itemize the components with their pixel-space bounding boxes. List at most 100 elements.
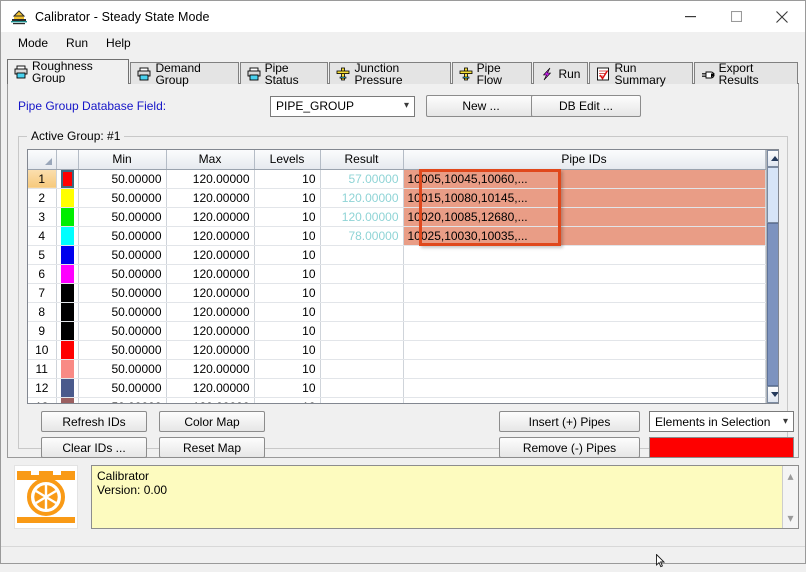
table-row[interactable]: 13 50.00000120.0000010 <box>28 397 766 403</box>
row-number-cell[interactable]: 10 <box>28 340 57 360</box>
pipe-ids-cell[interactable] <box>403 283 766 303</box>
clear-ids-button[interactable]: Clear IDs ... <box>41 437 147 458</box>
row-number-cell[interactable]: 1 <box>28 169 57 189</box>
color-swatch-cell[interactable] <box>56 397 79 403</box>
pipe-ids-cell[interactable]: 10005,10045,10060,... <box>403 169 766 189</box>
pipe-ids-cell[interactable] <box>403 397 766 403</box>
selection-mode-select[interactable]: Elements in Selection ▾ <box>649 411 794 432</box>
levels-cell[interactable]: 10 <box>254 302 321 322</box>
min-cell[interactable]: 50.00000 <box>78 283 167 303</box>
minimize-icon[interactable] <box>667 1 713 32</box>
pipe-ids-cell[interactable]: 10025,10030,10035,... <box>403 226 766 246</box>
min-cell[interactable]: 50.00000 <box>78 188 167 208</box>
min-cell[interactable]: 50.00000 <box>78 264 167 284</box>
pipe-ids-cell[interactable]: 10015,10080,10145,... <box>403 188 766 208</box>
color-swatch-cell[interactable] <box>56 378 79 398</box>
table-row[interactable]: 11 50.00000 120.00000 10 <box>28 359 766 379</box>
levels-cell[interactable]: 10 <box>254 226 321 246</box>
tab-pipe-status[interactable]: Pipe Status <box>239 62 329 86</box>
result-cell[interactable] <box>320 340 404 360</box>
new-button[interactable]: New ... <box>426 95 536 117</box>
tab-roughness-group[interactable]: Roughness Group <box>7 59 130 85</box>
scroll-up-icon[interactable]: ▴ <box>787 469 793 483</box>
row-number-cell[interactable]: 2 <box>28 188 57 208</box>
menu-item-run[interactable]: Run <box>57 34 97 52</box>
max-cell[interactable]: 120.00000 <box>166 321 255 341</box>
pipe-ids-cell[interactable] <box>403 302 766 322</box>
result-cell[interactable]: 120.00000 <box>320 207 404 227</box>
levels-cell[interactable]: 10 <box>254 378 321 398</box>
grid-header-rownum[interactable] <box>28 150 57 170</box>
max-cell[interactable]: 120.00000 <box>166 169 255 189</box>
result-cell[interactable]: 78.00000 <box>320 226 404 246</box>
color-swatch-cell[interactable] <box>56 226 79 246</box>
table-row[interactable]: 4 50.00000 120.00000 10 78.00000 10025,10030,… <box>28 226 766 246</box>
tab-run-summary[interactable]: Run Summary <box>589 62 693 86</box>
result-cell[interactable] <box>320 283 404 303</box>
refresh-ids-button[interactable]: Refresh IDs <box>41 411 147 432</box>
min-cell[interactable]: 50.00000 <box>78 378 167 398</box>
row-number-cell[interactable]: 13 <box>28 397 57 403</box>
tab-pipe-flow[interactable]: Pipe Flow <box>451 62 533 86</box>
color-swatch-cell[interactable] <box>56 264 79 284</box>
grid-header-max[interactable]: Max <box>166 150 255 170</box>
levels-cell[interactable]: 10 <box>254 207 321 227</box>
max-cell[interactable]: 120.00000 <box>166 283 255 303</box>
scrollbar-track[interactable] <box>766 167 778 386</box>
color-swatch-cell[interactable] <box>56 321 79 341</box>
color-map-button[interactable]: Color Map <box>159 411 265 432</box>
min-cell[interactable]: 50.00000 <box>78 245 167 265</box>
tab-junction-pressure[interactable]: Junction Pressure <box>329 62 451 86</box>
maximize-icon[interactable] <box>713 1 759 32</box>
row-number-cell[interactable]: 5 <box>28 245 57 265</box>
table-row[interactable]: 3 50.00000 120.00000 10 120.00000 10020,10085… <box>28 207 766 227</box>
levels-cell[interactable]: 10 <box>254 169 321 189</box>
grid-vertical-scrollbar[interactable] <box>765 150 778 403</box>
result-cell[interactable] <box>320 378 404 398</box>
scroll-up-button[interactable] <box>766 150 778 167</box>
table-row[interactable]: 2 50.00000 120.00000 10 120.00000 10015,10080… <box>28 188 766 208</box>
row-number-cell[interactable]: 12 <box>28 378 57 398</box>
max-cell[interactable]: 120.00000 <box>166 397 255 403</box>
min-cell[interactable]: 50.00000 <box>78 302 167 322</box>
max-cell[interactable]: 120.00000 <box>166 207 255 227</box>
log-output-box[interactable]: Calibrator Version: 0.00 ▴ ▾ <box>91 465 799 529</box>
row-number-cell[interactable]: 6 <box>28 264 57 284</box>
pipe-ids-cell[interactable] <box>403 359 766 379</box>
tab-demand-group[interactable]: Demand Group <box>130 62 239 86</box>
table-row[interactable]: 10 50.00000 120.00000 10 <box>28 340 766 360</box>
table-row[interactable]: 7 50.00000 120.00000 10 <box>28 283 766 303</box>
color-swatch-cell[interactable] <box>56 188 79 208</box>
table-row[interactable]: 8 50.00000 120.00000 10 <box>28 302 766 322</box>
levels-cell[interactable]: 10 <box>254 245 321 265</box>
pipe-ids-cell[interactable] <box>403 378 766 398</box>
max-cell[interactable]: 120.00000 <box>166 188 255 208</box>
table-row[interactable]: 1 50.00000 120.00000 10 57.00000 10005,10045,… <box>28 169 766 189</box>
min-cell[interactable]: 50.00000 <box>78 207 167 227</box>
pipe-ids-cell[interactable] <box>403 245 766 265</box>
max-cell[interactable]: 120.00000 <box>166 359 255 379</box>
grid-header-pipe-ids[interactable]: Pipe IDs <box>403 150 766 170</box>
remove-pipes-button[interactable]: Remove (-) Pipes <box>499 437 640 458</box>
row-number-cell[interactable]: 9 <box>28 321 57 341</box>
result-cell[interactable]: 120.00000 <box>320 188 404 208</box>
selection-color-swatch[interactable] <box>649 437 794 458</box>
levels-cell[interactable]: 10 <box>254 283 321 303</box>
color-swatch-cell[interactable] <box>56 245 79 265</box>
result-cell[interactable] <box>320 359 404 379</box>
table-row[interactable]: 5 50.00000 120.00000 10 <box>28 245 766 265</box>
grid-header-result[interactable]: Result <box>320 150 404 170</box>
result-cell[interactable] <box>320 245 404 265</box>
color-swatch-cell[interactable] <box>56 207 79 227</box>
min-cell[interactable]: 50.00000 <box>78 397 167 403</box>
pipe-ids-cell[interactable] <box>403 264 766 284</box>
table-row[interactable]: 12 50.00000 120.00000 10 <box>28 378 766 398</box>
row-number-cell[interactable]: 3 <box>28 207 57 227</box>
result-cell[interactable] <box>320 397 404 403</box>
table-row[interactable]: 6 50.00000 120.00000 10 <box>28 264 766 284</box>
levels-cell[interactable]: 10 <box>254 321 321 341</box>
row-number-cell[interactable]: 8 <box>28 302 57 322</box>
min-cell[interactable]: 50.00000 <box>78 359 167 379</box>
scrollbar-thumb[interactable] <box>766 223 778 386</box>
min-cell[interactable]: 50.00000 <box>78 169 167 189</box>
